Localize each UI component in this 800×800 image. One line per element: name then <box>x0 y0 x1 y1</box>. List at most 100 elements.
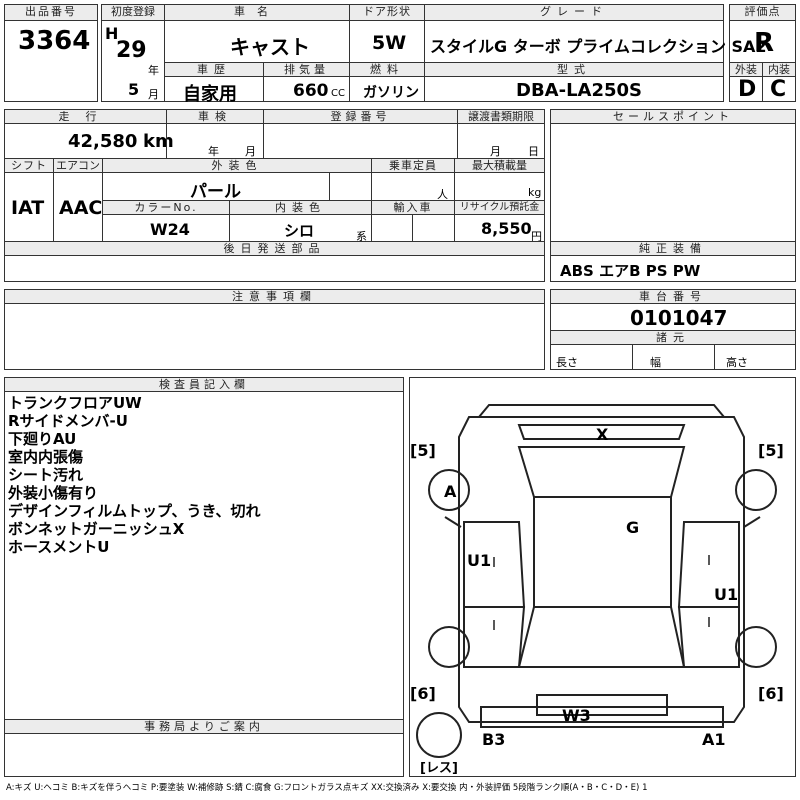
door-type: 5W <box>372 32 407 54</box>
mirror-right <box>743 516 761 528</box>
mark-front: X <box>596 425 609 444</box>
transfer-deadline-header: 譲渡書類期限 <box>457 109 545 124</box>
tire-label-rl: [6] <box>410 684 436 703</box>
lot-no-header: 出品番号 <box>4 4 98 21</box>
mileage-header: 走行 <box>4 109 167 124</box>
ext-color-header: 外装色 <box>102 158 372 173</box>
office-cell <box>4 733 404 777</box>
month-unit: 月 <box>148 88 159 101</box>
shift: IAT <box>11 197 45 219</box>
inspection-month-unit: 月 <box>245 145 256 158</box>
genuine-header: 純正装備 <box>550 241 796 256</box>
height-label: 高さ <box>726 356 748 369</box>
width-cell <box>632 344 715 370</box>
ext-color-extra-cell <box>329 172 372 201</box>
tire-rear-right <box>735 626 777 668</box>
color-no-header: カラーNo. <box>102 200 230 215</box>
body-outline <box>458 416 745 723</box>
fuel-header: 燃料 <box>349 62 425 77</box>
car-name-header: 車名 <box>164 4 350 21</box>
interior-grade: C <box>770 77 787 102</box>
ext-color: パール <box>190 182 241 202</box>
import-header: 輸入車 <box>371 200 455 215</box>
left-rear-door <box>463 606 526 668</box>
cc-unit: CC <box>331 88 345 99</box>
tire-label-fl: [5] <box>410 441 436 460</box>
remark-line: 外装小傷有り <box>8 484 99 502</box>
sales-point-cell <box>550 123 796 242</box>
length-label: 長さ <box>556 356 578 369</box>
history-header: 車歴 <box>164 62 264 77</box>
mark-right-side: U1 <box>714 585 739 604</box>
roof <box>533 496 672 608</box>
first-reg-header: 初度登録 <box>101 4 165 21</box>
interior-header: 内装 <box>762 62 796 77</box>
recycle-header: リサイクル預託金 <box>454 200 545 215</box>
inspection-year-unit: 年 <box>208 145 219 158</box>
specs-header: 諸元 <box>550 330 796 345</box>
kg-unit: kg <box>528 186 542 199</box>
remark-line: シート汚れ <box>8 466 84 484</box>
mark-trunk: W3 <box>562 706 591 725</box>
spare-tire <box>416 712 462 758</box>
deadline-day-unit: 日 <box>528 145 539 158</box>
trunk <box>536 694 668 716</box>
mark-left-side: U1 <box>467 551 492 570</box>
displacement: 660 <box>293 81 329 101</box>
genuine-equipment: ABS エアB PS PW <box>560 262 701 280</box>
grade: スタイルG ターボ プライムコレクション SA2 <box>430 37 767 56</box>
grade-header: グレード <box>424 4 724 21</box>
color-no: W24 <box>150 220 190 239</box>
mark-rear-left: B3 <box>482 730 506 749</box>
tire-label-rr: [6] <box>758 684 784 703</box>
remark-line: デザインフィルムトップ、うき、切れ <box>8 502 261 520</box>
max-load-header: 最大積載量 <box>454 158 545 173</box>
model: DBA-LA250S <box>516 80 642 101</box>
caution-header: 注意事項欄 <box>4 289 545 304</box>
mark-rear-right: A1 <box>702 730 726 749</box>
front-bumper <box>476 404 727 418</box>
legend: A:キズ U:ヘコミ B:キズを伴うヘコミ P:要塗装 W:補修跡 S:錆 C:… <box>6 783 648 793</box>
score: R <box>754 28 775 58</box>
chassis-no: 0101047 <box>630 306 728 330</box>
tire-front-right <box>735 469 777 511</box>
int-color: シロ <box>284 222 315 240</box>
remark-line: トランクフロアUW <box>8 394 142 412</box>
rear-window <box>517 606 686 668</box>
remark-line: ホースメントU <box>8 538 110 556</box>
score-header: 評価点 <box>729 4 796 21</box>
chassis-header: 車台番号 <box>550 289 796 304</box>
shift-header: シフト <box>4 158 54 173</box>
spare-tire-label: [レス] <box>420 761 458 776</box>
reg-year: 29 <box>116 38 147 63</box>
door-header: ドア形状 <box>349 4 425 21</box>
door-handles <box>493 555 710 630</box>
exterior-grade: D <box>738 77 757 102</box>
year-unit: 年 <box>148 64 159 77</box>
caution-cell <box>4 303 545 370</box>
mark-roof: G <box>626 518 640 537</box>
deadline-month-unit: 月 <box>490 145 501 158</box>
fuel: ガソリン <box>363 85 419 101</box>
import-cell-b <box>412 214 455 242</box>
office-header: 事務局よりご案内 <box>4 719 404 734</box>
remarks-list: トランクフロアUW Rサイドメンバ-U 下廻りAU 室内内張傷 シート汚れ 外装… <box>8 394 398 556</box>
recycle: 8,550 <box>481 219 532 238</box>
displacement-header: 排気量 <box>263 62 350 77</box>
remark-line: Rサイドメンバ-U <box>8 412 128 430</box>
right-rear-door <box>677 606 740 668</box>
inspector-header: 検査員記入欄 <box>4 377 404 392</box>
remark-line: 室内内張傷 <box>8 448 84 466</box>
lot-no: 3364 <box>18 26 91 56</box>
tire-label-fr: [5] <box>758 441 784 460</box>
int-color-header: 内装色 <box>229 200 372 215</box>
mark-fl-tire: A <box>444 482 457 501</box>
inspection-header: 車検 <box>166 109 264 124</box>
windshield <box>517 446 686 498</box>
reg-month: 5 <box>128 80 140 99</box>
ac-header: エアコン <box>53 158 103 173</box>
exterior-header: 外装 <box>729 62 763 77</box>
model-header: 型式 <box>424 62 724 77</box>
later-parts-cell <box>4 255 545 282</box>
sales-point-header: セールスポイント <box>550 109 796 124</box>
